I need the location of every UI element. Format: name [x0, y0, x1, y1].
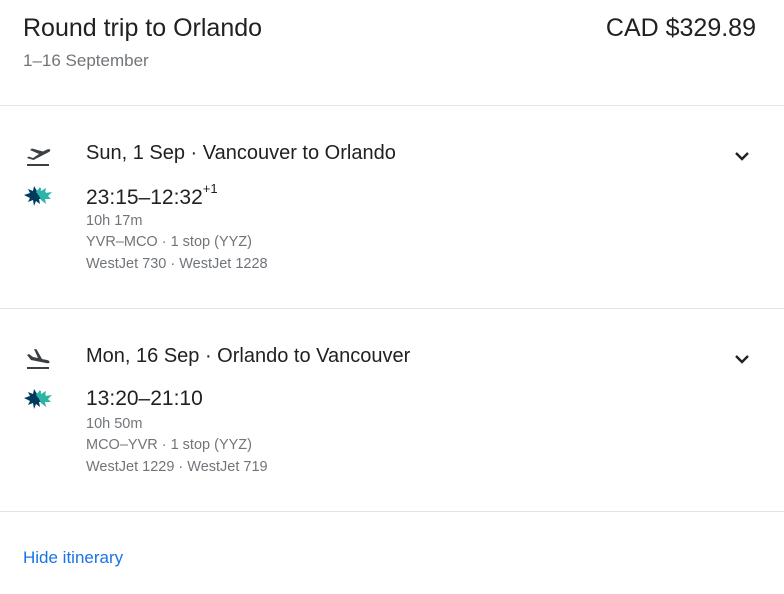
leg-duration: 10h 17m — [86, 213, 143, 229]
trip-title: Round trip to Orlando — [23, 14, 263, 42]
leg-times: 23:15–12:32+1 — [86, 181, 218, 210]
westjet-logo-icon — [24, 186, 52, 206]
leg-title: Sun, 1 Sep · Vancouver to Orlando — [86, 142, 396, 164]
chevron-down-icon[interactable] — [732, 146, 752, 166]
leg-route: MCO–YVR · 1 stop (YYZ) — [86, 437, 252, 453]
leg-duration: 10h 50m — [86, 416, 143, 432]
flight-leg-return[interactable]: Mon, 16 Sep · Orlando to Vancouver 13:20… — [0, 309, 784, 512]
leg-time-range: 13:20–21:10 — [86, 387, 203, 410]
itinerary-header: Round trip to Orlando 1–16 September CAD… — [0, 0, 784, 106]
leg-times: 13:20–21:10 — [86, 387, 203, 411]
leg-time-range: 23:15–12:32 — [86, 186, 203, 209]
day-offset: +1 — [202, 181, 218, 196]
leg-title: Mon, 16 Sep · Orlando to Vancouver — [86, 345, 411, 367]
chevron-down-icon[interactable] — [732, 349, 752, 369]
leg-route: YVR–MCO · 1 stop (YYZ) — [86, 234, 252, 250]
landing-icon — [27, 349, 50, 369]
trip-price: CAD $329.89 — [605, 14, 756, 42]
takeoff-icon — [27, 148, 51, 166]
leg-flight-numbers: WestJet 730 · WestJet 1228 — [86, 256, 268, 272]
flight-leg-outbound[interactable]: Sun, 1 Sep · Vancouver to Orlando 23:15–… — [0, 106, 784, 309]
westjet-logo-icon — [24, 389, 52, 409]
trip-dates: 1–16 September — [23, 51, 149, 70]
leg-flight-numbers: WestJet 1229 · WestJet 719 — [86, 459, 268, 475]
hide-itinerary-link[interactable]: Hide itinerary — [23, 548, 123, 568]
